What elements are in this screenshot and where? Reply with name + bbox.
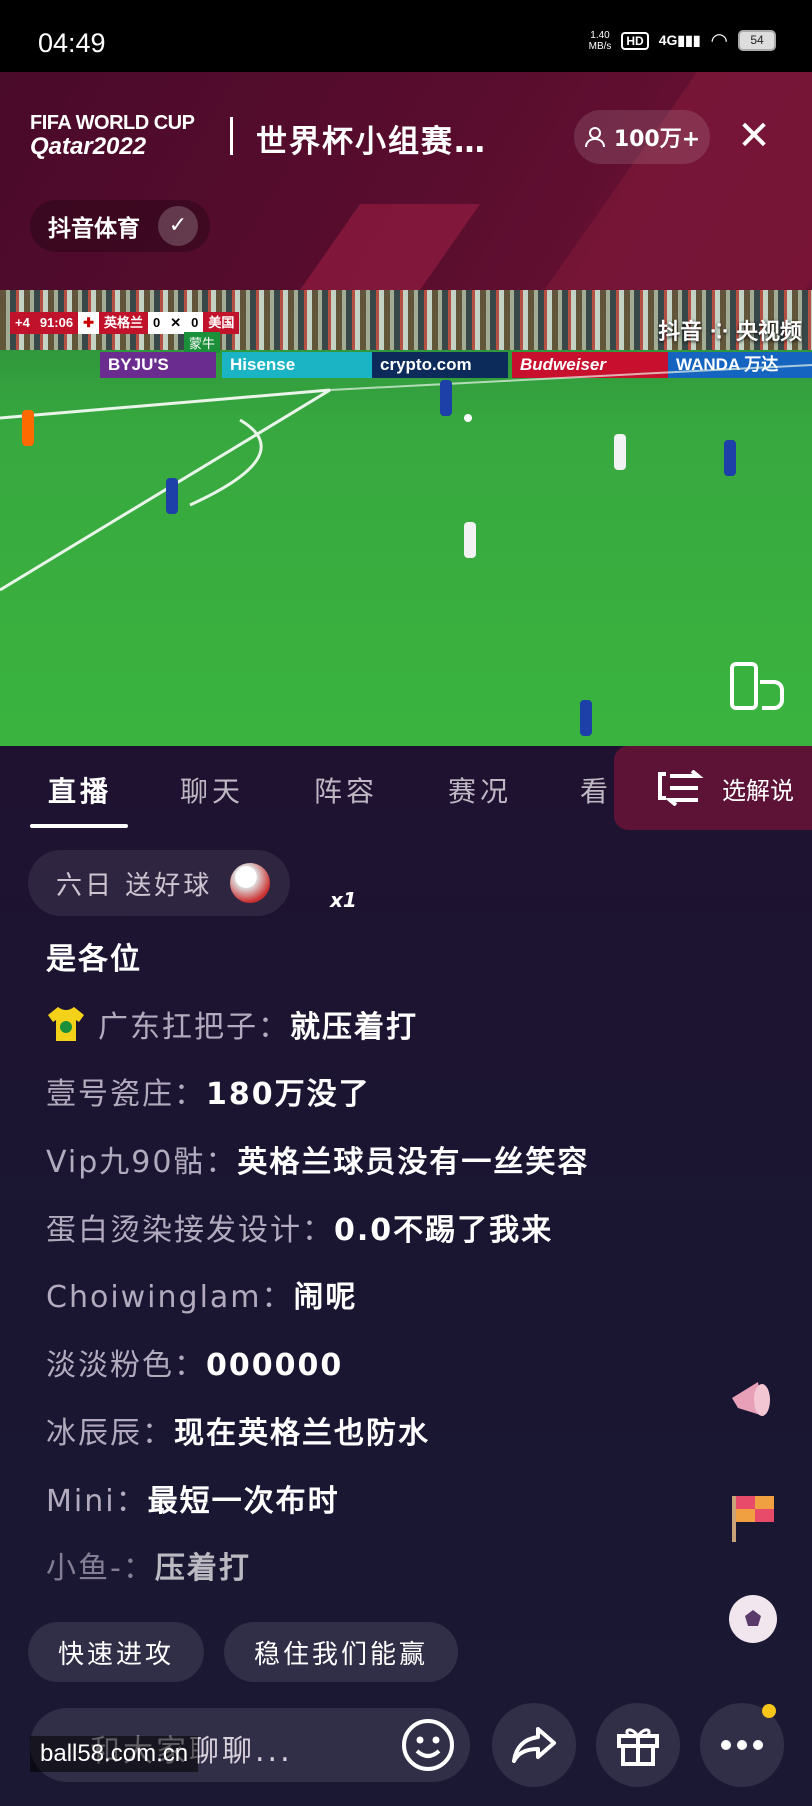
match-title[interactable]: 世界杯小组赛…: [256, 116, 487, 161]
switch-icon: [658, 770, 704, 806]
football: [464, 414, 472, 422]
gift-banner: 六日 送好球: [28, 850, 291, 916]
viewer-count[interactable]: 100万+: [574, 110, 710, 164]
video-player[interactable]: +4 91:06 ✚ 英格兰 0 ✕ 0 美国 蒙牛 抖音 ⁘ 央视频 BYJU…: [0, 290, 812, 746]
tab-watch[interactable]: 看: [580, 770, 612, 810]
chat-message: 壹号瓷庄：180万没了: [46, 1077, 371, 1113]
tab-chat[interactable]: 聊天: [180, 770, 244, 810]
hd-icon: HD: [621, 31, 649, 50]
chat-message: 蛋白烫染接发设计：0.0不踢了我来: [46, 1212, 554, 1248]
chat-message: 冰辰辰：现在英格兰也防水: [46, 1415, 430, 1451]
jersey-icon: [48, 1006, 84, 1041]
chat-list: 是各位 广东扛把子：就压着打 壹号瓷庄：180万没了 Vip九90骷：英格兰球员…: [46, 934, 746, 1611]
rotate-screen-icon[interactable]: [730, 662, 784, 710]
select-commentary-button[interactable]: 选解说: [614, 746, 812, 830]
chat-message: Mini：最短一次布时: [46, 1483, 340, 1519]
chat-message: 淡淡粉色：000000: [46, 1348, 344, 1384]
commentary-label: 选解说: [722, 776, 794, 805]
check-icon[interactable]: ✓: [158, 206, 198, 246]
tab-underline: [30, 824, 128, 828]
gift-text: 六日 送好球: [56, 870, 213, 901]
chat-message: Vip九90骷：英格兰球员没有一丝笑容: [46, 1145, 590, 1181]
share-button[interactable]: [492, 1703, 576, 1787]
signal-icon: 4G▮▮▮: [658, 32, 701, 48]
status-bar: 04:49 1.40 MB/s HD 4G▮▮▮ ◠ 54: [0, 0, 812, 72]
status-icons: 1.40 MB/s HD 4G▮▮▮ ◠ 54: [589, 28, 776, 53]
notification-dot: [762, 1704, 776, 1718]
emoji-icon: [402, 1719, 454, 1771]
emoji-button[interactable]: [386, 1703, 470, 1787]
player: [22, 410, 34, 446]
site-watermark: ball58.com.cn: [30, 1736, 199, 1772]
tab-match-status[interactable]: 赛况: [448, 770, 512, 810]
gift-icon: [617, 1728, 659, 1766]
net-speed: 1.40 MB/s: [588, 29, 612, 52]
player: [440, 380, 452, 416]
chat-message: 小鱼-：压着打: [46, 1551, 251, 1587]
gift-count: x1: [330, 888, 357, 912]
channel-name: 抖音体育: [48, 216, 140, 242]
tab-lineup[interactable]: 阵容: [314, 770, 378, 810]
pitch-lines: [0, 364, 812, 592]
tab-bar: 直播 聊天 阵容 赛况 看 选解说: [0, 746, 812, 836]
person-icon: [584, 127, 605, 148]
decor-stripe: [299, 204, 481, 290]
channel-badge[interactable]: 抖音体育 ✓: [30, 200, 210, 252]
quick-reply-win[interactable]: 稳住我们能赢: [224, 1622, 459, 1682]
live-header: FIFA WORLD CUP Qatar2022 世界杯小组赛… 100万+ ✕…: [0, 72, 812, 290]
header-divider: [230, 117, 233, 155]
player: [166, 478, 178, 514]
football-gift-icon[interactable]: [724, 1590, 782, 1648]
wifi-icon: ◠: [710, 30, 728, 52]
status-time: 04:49: [38, 28, 106, 58]
quick-reply-attack[interactable]: 快速进攻: [28, 1622, 205, 1682]
chat-message: 广东扛把子：就压着打: [46, 1002, 746, 1070]
world-cup-logo: FIFA WORLD CUP Qatar2022: [30, 112, 195, 160]
battery-icon: 54: [738, 30, 776, 51]
soccer-ball-icon: [230, 863, 271, 903]
megaphone-icon[interactable]: [724, 1372, 782, 1430]
gift-button[interactable]: [596, 1703, 680, 1787]
player: [724, 440, 736, 476]
close-icon[interactable]: ✕: [734, 116, 774, 156]
chat-message: 是各位: [46, 942, 142, 977]
decor-stripe: [535, 72, 812, 290]
player: [464, 522, 476, 558]
chat-message: Choiwinglam：闹呢: [46, 1280, 358, 1316]
flag-icon[interactable]: [724, 1488, 782, 1546]
player: [614, 434, 626, 470]
player: [580, 700, 592, 736]
tab-live[interactable]: 直播: [48, 770, 112, 810]
share-icon: [512, 1727, 556, 1763]
more-icon: [721, 1740, 763, 1750]
